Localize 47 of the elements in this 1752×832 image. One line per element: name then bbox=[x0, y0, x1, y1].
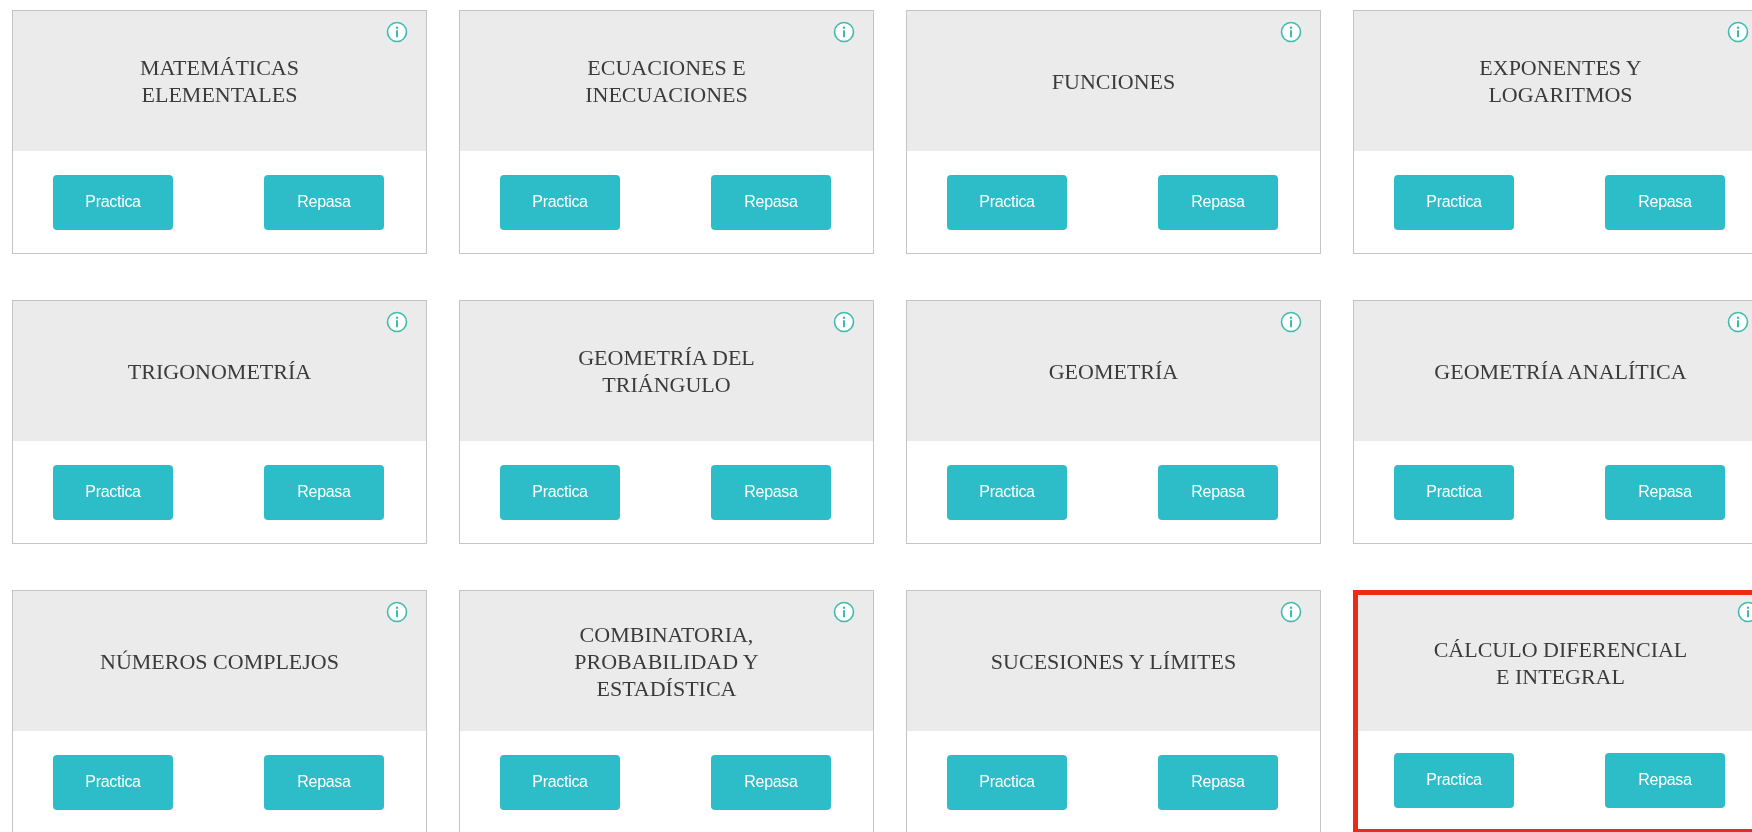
info-icon[interactable] bbox=[1727, 311, 1749, 333]
topic-title: COMBINATORIA, PROBABILIDAD Y ESTADÍSTICA bbox=[574, 620, 759, 702]
review-button[interactable]: Repasa bbox=[711, 464, 831, 520]
topic-title: SUCESIONES Y LÍMITES bbox=[990, 647, 1237, 675]
practice-button[interactable]: Practica bbox=[947, 464, 1067, 520]
review-button[interactable]: Repasa bbox=[264, 174, 384, 230]
review-button[interactable]: Repasa bbox=[1158, 174, 1278, 230]
info-icon[interactable] bbox=[1280, 601, 1302, 623]
review-button[interactable]: Repasa bbox=[1158, 464, 1278, 520]
topic-title: NÚMEROS COMPLEJOS bbox=[100, 647, 339, 675]
review-button[interactable]: Repasa bbox=[264, 754, 384, 810]
practice-button[interactable]: Practica bbox=[947, 174, 1067, 230]
topic-title: EXPONENTES Y LOGARITMOS bbox=[1479, 54, 1642, 108]
info-icon[interactable] bbox=[386, 311, 408, 333]
info-icon[interactable] bbox=[833, 601, 855, 623]
info-icon[interactable] bbox=[386, 21, 408, 43]
practice-button[interactable]: Practica bbox=[53, 174, 173, 230]
practice-button[interactable]: Practica bbox=[947, 754, 1067, 810]
topic-title: CÁLCULO DIFERENCIAL E INTEGRAL bbox=[1433, 636, 1688, 690]
topic-title: TRIGONOMETRÍA bbox=[127, 357, 312, 385]
info-icon[interactable] bbox=[1727, 21, 1749, 43]
practice-button[interactable]: Practica bbox=[1394, 464, 1514, 520]
info-icon[interactable] bbox=[386, 601, 408, 623]
practice-button[interactable]: Practica bbox=[1394, 752, 1514, 808]
info-icon[interactable] bbox=[1280, 21, 1302, 43]
practice-button[interactable]: Practica bbox=[1394, 174, 1514, 230]
review-button[interactable]: Repasa bbox=[1605, 174, 1725, 230]
topic-title: GEOMETRÍA ANALÍTICA bbox=[1434, 357, 1687, 385]
info-icon[interactable] bbox=[833, 311, 855, 333]
review-button[interactable]: Repasa bbox=[711, 754, 831, 810]
review-button[interactable]: Repasa bbox=[711, 174, 831, 230]
practice-button[interactable]: Practica bbox=[53, 754, 173, 810]
info-icon[interactable] bbox=[833, 21, 855, 43]
topic-title: GEOMETRÍA bbox=[1048, 357, 1179, 385]
review-button[interactable]: Repasa bbox=[1158, 754, 1278, 810]
practice-button[interactable]: Practica bbox=[53, 464, 173, 520]
review-button[interactable]: Repasa bbox=[264, 464, 384, 520]
topic-title: MATEMÁTICAS ELEMENTALES bbox=[140, 54, 299, 108]
topic-title: FUNCIONES bbox=[1051, 67, 1176, 95]
info-icon[interactable] bbox=[1280, 311, 1302, 333]
practice-button[interactable]: Practica bbox=[500, 174, 620, 230]
topic-title: GEOMETRÍA DEL TRIÁNGULO bbox=[578, 344, 755, 398]
review-button[interactable]: Repasa bbox=[1605, 752, 1725, 808]
practice-button[interactable]: Practica bbox=[500, 464, 620, 520]
practice-button[interactable]: Practica bbox=[500, 754, 620, 810]
topic-title: ECUACIONES E INECUACIONES bbox=[585, 54, 748, 108]
review-button[interactable]: Repasa bbox=[1605, 464, 1725, 520]
